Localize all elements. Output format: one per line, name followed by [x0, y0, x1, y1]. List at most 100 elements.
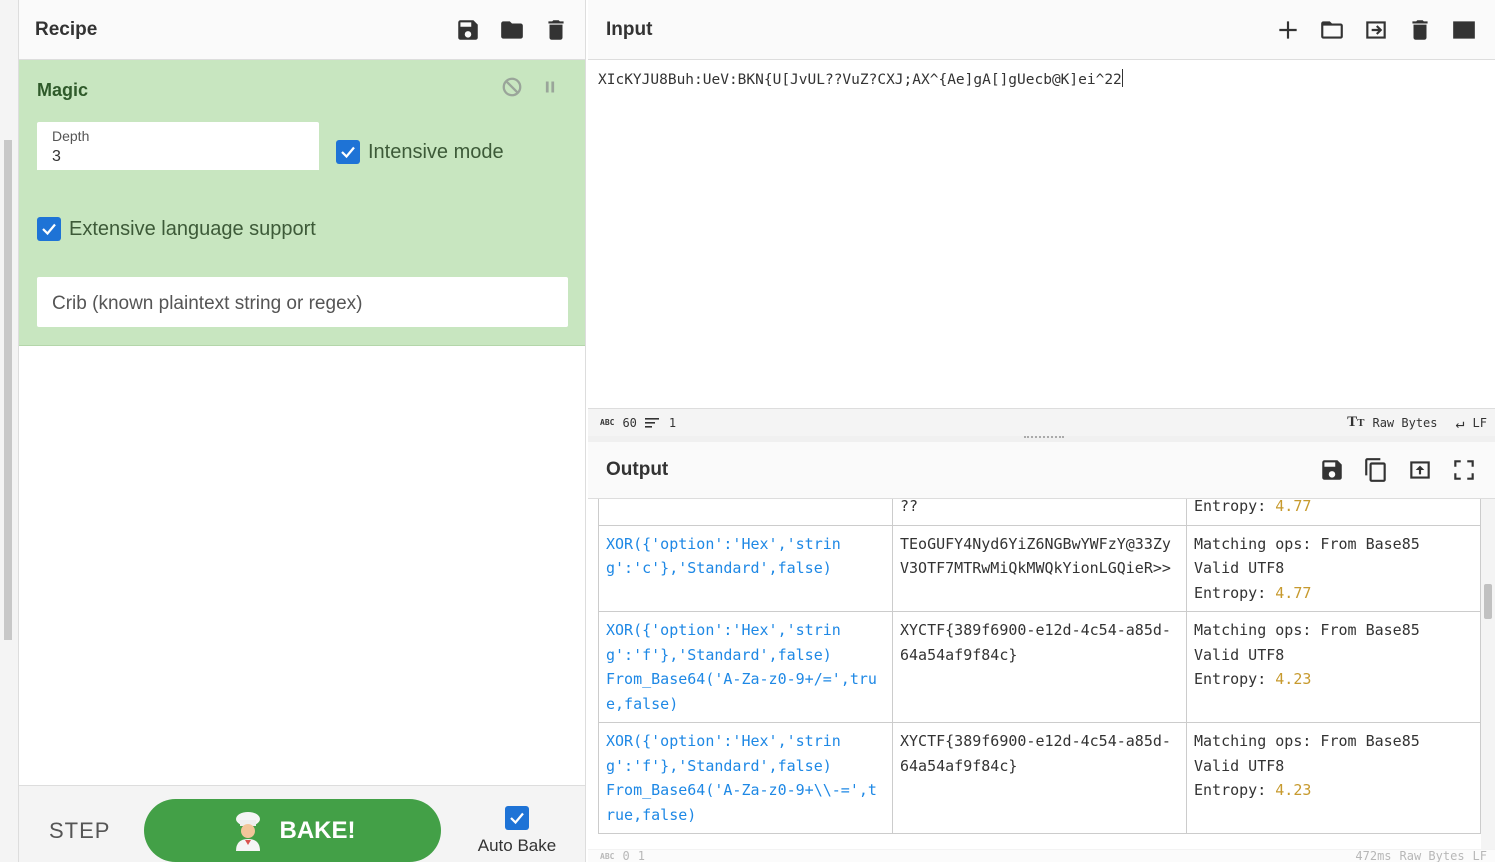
- recipe-pane: Recipe Magic Depth Intensive mode: [19, 0, 586, 862]
- result-text: XYCTF{389f6900-e12d-4c54-a85d-64a54af9f8…: [900, 621, 1171, 664]
- input-header: Input: [588, 0, 1495, 60]
- recipe-link[interactable]: XOR({'option':'Hex','string':'f'},'Stand…: [606, 732, 877, 824]
- extensive-language-checkbox[interactable]: Extensive language support: [37, 217, 316, 241]
- input-length: 60: [622, 415, 637, 430]
- output-scrollbar[interactable]: [1481, 499, 1495, 849]
- table-row: XOR({'option':'Hex','string':'f'},'Stand…: [598, 611, 1481, 723]
- output-encoding[interactable]: Raw Bytes: [1400, 849, 1465, 862]
- depth-input[interactable]: [52, 148, 302, 166]
- copy-icon[interactable]: [1363, 457, 1389, 483]
- eol-selector[interactable]: LF: [1473, 416, 1487, 430]
- recipe-link[interactable]: XOR({'option':'Hex','string':'c'},'Stand…: [606, 535, 841, 578]
- disable-icon[interactable]: [501, 76, 523, 103]
- property-line: Entropy: 4.23: [1194, 778, 1473, 803]
- property-text: Entropy:: [1194, 499, 1276, 515]
- property-line: Valid UTF8: [1194, 643, 1473, 668]
- entropy-value: 4.77: [1275, 499, 1312, 515]
- property-text: Valid UTF8: [1194, 559, 1285, 577]
- property-text: Entropy:: [1194, 781, 1276, 799]
- operations-pane-edge: [0, 0, 19, 862]
- open-folder-icon[interactable]: [1319, 17, 1345, 43]
- property-line: Matching ops: From Base85: [1194, 729, 1473, 754]
- crib-input[interactable]: [52, 293, 552, 315]
- input-lines: 1: [668, 415, 677, 430]
- output-area[interactable]: ?? Entropy: 4.77 XOR({'option':'Hex','stri…: [588, 499, 1481, 849]
- bake-button[interactable]: BAKE!: [144, 799, 441, 862]
- checkbox-checked-icon[interactable]: [336, 140, 360, 164]
- recipe-cell[interactable]: XOR({'option':'Hex','string':'f'},'Stand…: [598, 611, 893, 723]
- recipe-header: Recipe: [19, 0, 585, 60]
- property-line: Valid UTF8: [1194, 556, 1473, 581]
- input-title: Input: [606, 18, 653, 40]
- output-title: Output: [606, 459, 669, 480]
- resize-grip[interactable]: [1024, 436, 1064, 439]
- replace-input-icon[interactable]: [1407, 457, 1433, 483]
- text-cursor: [1121, 69, 1123, 87]
- load-file-icon[interactable]: [1363, 17, 1389, 43]
- abc-icon: ABC: [600, 418, 615, 427]
- clear-input-icon[interactable]: [1407, 17, 1433, 43]
- property-line: Entropy: 4.23: [1194, 667, 1473, 692]
- checkbox-checked-icon[interactable]: [37, 217, 61, 241]
- pause-icon[interactable]: [539, 76, 561, 103]
- recipe-cell[interactable]: XOR({'option':'Hex','string':'c'},'Stand…: [598, 524, 893, 612]
- save-icon[interactable]: [455, 17, 481, 43]
- auto-bake-label: Auto Bake: [477, 836, 557, 855]
- step-button[interactable]: STEP: [49, 818, 110, 844]
- add-tab-icon[interactable]: [1275, 17, 1301, 43]
- result-text: XYCTF{389f6900-e12d-4c54-a85d-64a54af9f8…: [900, 732, 1171, 775]
- output-eol[interactable]: LF: [1473, 849, 1487, 862]
- recipe-cell[interactable]: XOR({'option':'Hex','string':'f'},'Stand…: [598, 722, 893, 834]
- input-textarea[interactable]: XIcKYJU8Buh:UeV:BKN{U[JvUL??VuZ?CXJ;AX^{…: [598, 69, 1123, 88]
- chef-icon: [235, 811, 260, 851]
- property-line: Entropy: 4.77: [1194, 499, 1473, 519]
- table-row: ?? Entropy: 4.77: [598, 499, 1481, 526]
- lines-icon: [644, 417, 659, 428]
- intensive-mode-checkbox[interactable]: Intensive mode: [336, 140, 504, 164]
- entropy-value: 4.23: [1275, 670, 1312, 688]
- magic-operation[interactable]: Magic Depth Intensive mode Extensive lan…: [19, 60, 585, 346]
- scrollbar-thumb[interactable]: [1484, 584, 1492, 619]
- input-status-bar: ABC 60 1 TT Raw Bytes ↵ LF: [588, 408, 1495, 436]
- abc-icon: ABC: [600, 851, 615, 861]
- intensive-mode-label: Intensive mode: [368, 140, 504, 163]
- recipe-link[interactable]: XOR({'option':'Hex','string':'f'},'Stand…: [606, 621, 877, 713]
- property-text: Entropy:: [1194, 583, 1276, 602]
- result-cell: XYCTF{389f6900-e12d-4c54-a85d-64a54af9f8…: [892, 722, 1187, 834]
- io-pane: Input XIcKYJU8Buh:UeV:BKN{U[JvUL??VuZ?CX…: [588, 0, 1495, 862]
- recipe-cell[interactable]: [598, 499, 893, 526]
- output-length: 0: [622, 849, 630, 862]
- recipe-title: Recipe: [35, 18, 98, 40]
- result-cell: TEoGUFY4Nyd6YiZ6NGBwYWFzY@33ZyV3OTF7MTRw…: [892, 524, 1187, 612]
- depth-label: Depth: [52, 128, 90, 144]
- property-line: Matching ops: From Base85: [1194, 618, 1473, 643]
- operations-scrollbar[interactable]: [4, 140, 12, 640]
- properties-cell: Matching ops: From Base85 Valid UTF8 Entro…: [1186, 524, 1481, 612]
- checkbox-checked-icon[interactable]: [505, 806, 529, 830]
- property-line: Entropy: 4.77: [1194, 581, 1473, 606]
- property-text: Valid UTF8: [1194, 645, 1285, 664]
- output-status-bar: ABC 0 1 472ms Raw Bytes LF: [588, 849, 1495, 862]
- property-line: Valid UTF8: [1194, 754, 1473, 779]
- trash-icon[interactable]: [543, 17, 569, 43]
- input-value: XIcKYJU8Buh:UeV:BKN{U[JvUL??VuZ?CXJ;AX^{…: [598, 72, 1122, 88]
- folder-icon[interactable]: [499, 17, 525, 43]
- entropy-value: 4.77: [1275, 583, 1312, 602]
- depth-field[interactable]: Depth: [37, 122, 319, 172]
- fullscreen-icon[interactable]: [1451, 457, 1477, 483]
- save-output-icon[interactable]: [1319, 457, 1345, 483]
- property-line: Matching ops: From Base85: [1194, 532, 1473, 557]
- auto-bake-checkbox[interactable]: Auto Bake: [477, 806, 557, 856]
- property-text: Matching ops: From Base85: [1194, 534, 1420, 553]
- encoding-selector[interactable]: Raw Bytes: [1372, 416, 1437, 430]
- layout-icon[interactable]: [1451, 17, 1477, 43]
- result-text: ??: [900, 499, 919, 515]
- properties-cell: Entropy: 4.77: [1186, 499, 1481, 526]
- property-text: Matching ops: From Base85: [1194, 621, 1420, 639]
- crib-field[interactable]: [37, 277, 568, 327]
- bake-label: BAKE!: [279, 816, 356, 844]
- output-header: Output: [588, 442, 1495, 499]
- property-text: Valid UTF8: [1194, 756, 1285, 775]
- text-size-icon: TT: [1347, 414, 1365, 430]
- property-text: Entropy:: [1194, 670, 1276, 688]
